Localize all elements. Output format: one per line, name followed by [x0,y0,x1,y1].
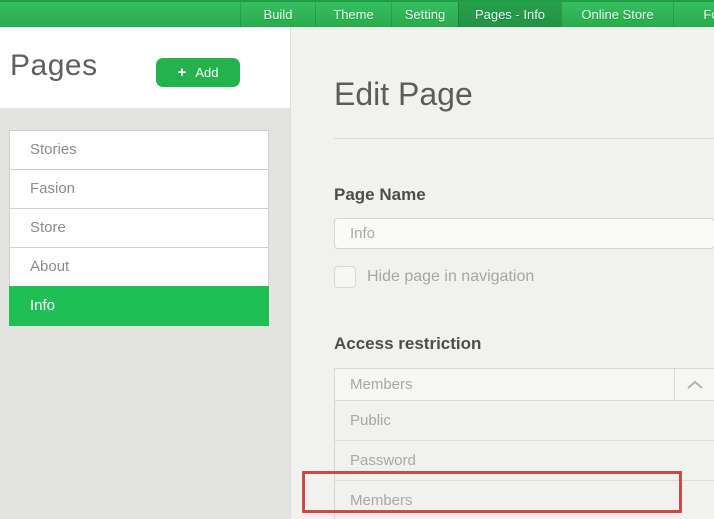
chevron-up-icon [686,380,704,390]
page-list: Stories Fasion Store About Info [9,130,269,326]
access-selected-value: Members [335,369,714,400]
access-restriction-label: Access restriction [334,334,714,354]
edit-page-panel: Edit Page Page Name Hide page in navigat… [290,27,714,519]
page-item-about[interactable]: About [9,247,269,287]
option-members[interactable]: Members [335,481,714,519]
page-name-input[interactable] [334,218,714,249]
plus-icon: + [178,65,187,80]
page-name-label: Page Name [334,185,714,205]
option-public[interactable]: Public [335,401,714,441]
option-password[interactable]: Password [335,441,714,481]
pages-sidebar: Pages + Add Stories Fasion Store About I… [0,27,290,519]
hide-page-row: Hide page in navigation [334,266,714,288]
hide-page-checkbox[interactable] [334,266,356,288]
select-arrow-cell[interactable] [674,369,714,400]
page-item-store[interactable]: Store [9,208,269,248]
tab-form[interactable]: Form [673,2,714,27]
add-page-button[interactable]: + Add [156,58,240,87]
page-item-stories[interactable]: Stories [9,130,269,170]
add-button-label: Add [195,65,218,80]
top-navigation-bar: Build Theme Setting Pages - Info Online … [0,0,714,27]
page-item-fasion[interactable]: Fasion [9,169,269,209]
access-restriction-select[interactable]: Members [334,368,714,401]
tab-build[interactable]: Build [240,2,315,27]
tab-setting[interactable]: Setting [391,2,458,27]
page-title: Edit Page [334,75,714,113]
sidebar-header: Pages + Add [0,27,290,108]
tab-pages-info[interactable]: Pages - Info [458,2,561,27]
tab-online-store[interactable]: Online Store [561,2,673,27]
sidebar-title: Pages [10,49,98,83]
title-divider [334,138,714,139]
tab-theme[interactable]: Theme [315,2,391,27]
topbar-spacer [0,2,240,27]
access-options-panel: Public Password Members [334,401,714,519]
page-item-info[interactable]: Info [9,286,269,326]
hide-page-checkbox-label: Hide page in navigation [367,268,534,286]
